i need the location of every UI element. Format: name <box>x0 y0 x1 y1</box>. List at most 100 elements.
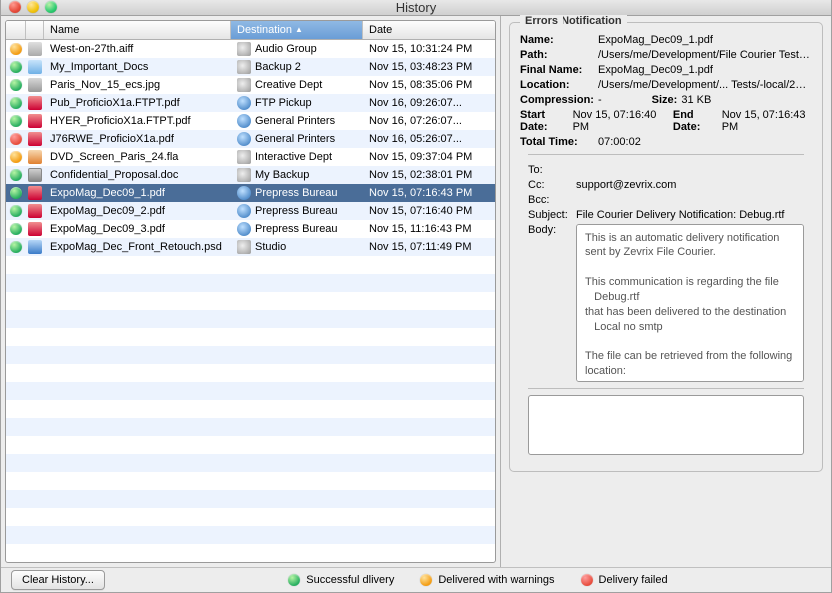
pdf-file-icon <box>28 186 42 200</box>
row-date: Nov 15, 07:16:40 PM <box>363 205 495 217</box>
row-destination: Studio <box>255 241 286 253</box>
dd-totaltime: 07:00:02 <box>598 136 812 148</box>
window-title: History <box>1 0 831 15</box>
table-row <box>6 346 495 364</box>
table-row <box>6 382 495 400</box>
table-row[interactable]: Confidential_Proposal.docMy BackupNov 15… <box>6 166 495 184</box>
doc-file-icon <box>28 168 42 182</box>
dd-path-label: Path: <box>520 49 598 61</box>
row-destination: FTP Pickup <box>255 97 312 109</box>
dd-name-label: Name: <box>520 34 598 46</box>
status-fail-icon <box>10 133 22 145</box>
email-subject-label: Subject: <box>528 209 576 221</box>
globe-icon <box>237 204 251 218</box>
aiff-file-icon <box>28 42 42 56</box>
status-fail-icon <box>581 574 593 586</box>
dd-size-label: Size: <box>652 94 678 106</box>
errors-box[interactable] <box>528 395 804 455</box>
col-destination[interactable]: Destination ▲ <box>231 21 363 39</box>
table-row <box>6 292 495 310</box>
row-destination: Audio Group <box>255 43 317 55</box>
status-ok-icon <box>10 169 22 181</box>
row-destination: General Printers <box>255 133 335 145</box>
globe-icon <box>237 96 251 110</box>
row-destination: Prepress Bureau <box>255 223 338 235</box>
pdf-file-icon <box>28 96 42 110</box>
table-row[interactable]: ExpoMag_Dec09_3.pdf Prepress Bureau Nov 15… <box>6 220 495 238</box>
sort-ascending-icon: ▲ <box>295 25 303 34</box>
row-name: Paris_Nov_15_ecs.jpg <box>44 79 231 91</box>
status-warn-icon <box>10 151 22 163</box>
globe-icon <box>237 132 251 146</box>
legend-warn: Delivered with warnings <box>438 574 554 586</box>
pdf-file-icon <box>28 204 42 218</box>
col-filetype[interactable] <box>26 21 44 39</box>
disk-icon <box>237 240 251 254</box>
globe-icon <box>237 186 251 200</box>
footer: Clear History... Successful dlivery Deli… <box>1 567 831 592</box>
col-destination-label: Destination <box>237 24 292 36</box>
row-name: DVD_Screen_Paris_24.fla <box>44 151 231 163</box>
delivery-details-group: Delivery Details Name:ExpoMag_Dec09_1.pd… <box>509 22 823 472</box>
dd-totaltime-label: Total Time: <box>520 136 598 148</box>
row-name: My_Important_Docs <box>44 61 231 73</box>
history-table: Name Destination ▲ Date West-on-27th.aif… <box>5 20 496 563</box>
status-ok-icon <box>10 115 22 127</box>
status-ok-icon <box>10 187 22 199</box>
table-row[interactable]: ExpoMag_Dec09_2.pdfPrepress BureauNov 15… <box>6 202 495 220</box>
table-row[interactable]: Paris_Nov_15_ecs.jpgCreative DeptNov 15,… <box>6 76 495 94</box>
dd-location: /Users/me/Development/... Tests/-local/2… <box>598 79 812 91</box>
row-date: Nov 15, 10:31:24 PM <box>363 43 495 55</box>
pdf-file-icon <box>28 114 42 128</box>
email-body-label: Body: <box>528 224 576 236</box>
col-name[interactable]: Name <box>44 21 231 39</box>
col-status[interactable] <box>6 21 26 39</box>
status-legend: Successful dlivery Delivered with warnin… <box>135 574 821 586</box>
table-row <box>6 544 495 562</box>
table-body[interactable]: West-on-27th.aiff Audio Group Nov 15, 10:3… <box>6 40 495 562</box>
email-bcc-label: Bcc: <box>528 194 576 206</box>
row-name: West-on-27th.aiff <box>44 43 231 55</box>
pdf-file-icon <box>28 132 42 146</box>
jpg-file-icon <box>28 78 42 92</box>
dd-path: /Users/me/Development/File Courier Tests… <box>598 49 812 61</box>
table-row[interactable]: Pub_ProficioX1a.FTPT.pdfFTP PickupNov 16… <box>6 94 495 112</box>
clear-history-button[interactable]: Clear History... <box>11 570 105 590</box>
table-row[interactable]: DVD_Screen_Paris_24.flaInteractive DeptN… <box>6 148 495 166</box>
dd-startdate-label: Start Date: <box>520 109 569 133</box>
titlebar[interactable]: History <box>1 0 831 16</box>
table-row[interactable]: ExpoMag_Dec_Front_Retouch.psdStudioNov 1… <box>6 238 495 256</box>
row-name: ExpoMag_Dec09_1.pdf <box>44 187 231 199</box>
legend-fail: Delivery failed <box>599 574 668 586</box>
table-row <box>6 418 495 436</box>
dd-location-label: Location: <box>520 79 598 91</box>
status-ok-icon <box>10 79 22 91</box>
table-header: Name Destination ▲ Date <box>6 21 495 40</box>
disk-icon <box>237 60 251 74</box>
disk-icon <box>237 78 251 92</box>
table-row[interactable]: J76RWE_ProficioX1a.pdfGeneral PrintersNo… <box>6 130 495 148</box>
table-row <box>6 400 495 418</box>
email-body[interactable]: This is an automatic delivery notificati… <box>576 224 804 382</box>
row-date: Nov 15, 08:35:06 PM <box>363 79 495 91</box>
table-row[interactable]: ExpoMag_Dec09_1.pdfPrepress BureauNov 15… <box>6 184 495 202</box>
content-area: Name Destination ▲ Date West-on-27th.aif… <box>1 16 831 567</box>
status-ok-icon <box>10 241 22 253</box>
table-row <box>6 508 495 526</box>
errors-group: Errors <box>528 388 804 455</box>
globe-icon <box>237 222 251 236</box>
legend-ok: Successful dlivery <box>306 574 394 586</box>
row-date: Nov 15, 07:16:43 PM <box>363 187 495 199</box>
table-row[interactable]: My_Important_DocsBackup 2Nov 15, 03:48:2… <box>6 58 495 76</box>
table-row[interactable]: West-on-27th.aiff Audio Group Nov 15, 10:3… <box>6 40 495 58</box>
table-row <box>6 490 495 508</box>
table-row <box>6 526 495 544</box>
row-name: Confidential_Proposal.doc <box>44 169 231 181</box>
col-date[interactable]: Date <box>363 21 495 39</box>
row-date: Nov 15, 11:16:43 PM <box>363 223 495 235</box>
table-row <box>6 454 495 472</box>
row-name: ExpoMag_Dec09_3.pdf <box>44 223 231 235</box>
row-date: Nov 16, 07:26:07... <box>363 115 495 127</box>
table-row[interactable]: HYER_ProficioX1a.FTPT.pdfGeneral Printer… <box>6 112 495 130</box>
status-ok-icon <box>10 223 22 235</box>
